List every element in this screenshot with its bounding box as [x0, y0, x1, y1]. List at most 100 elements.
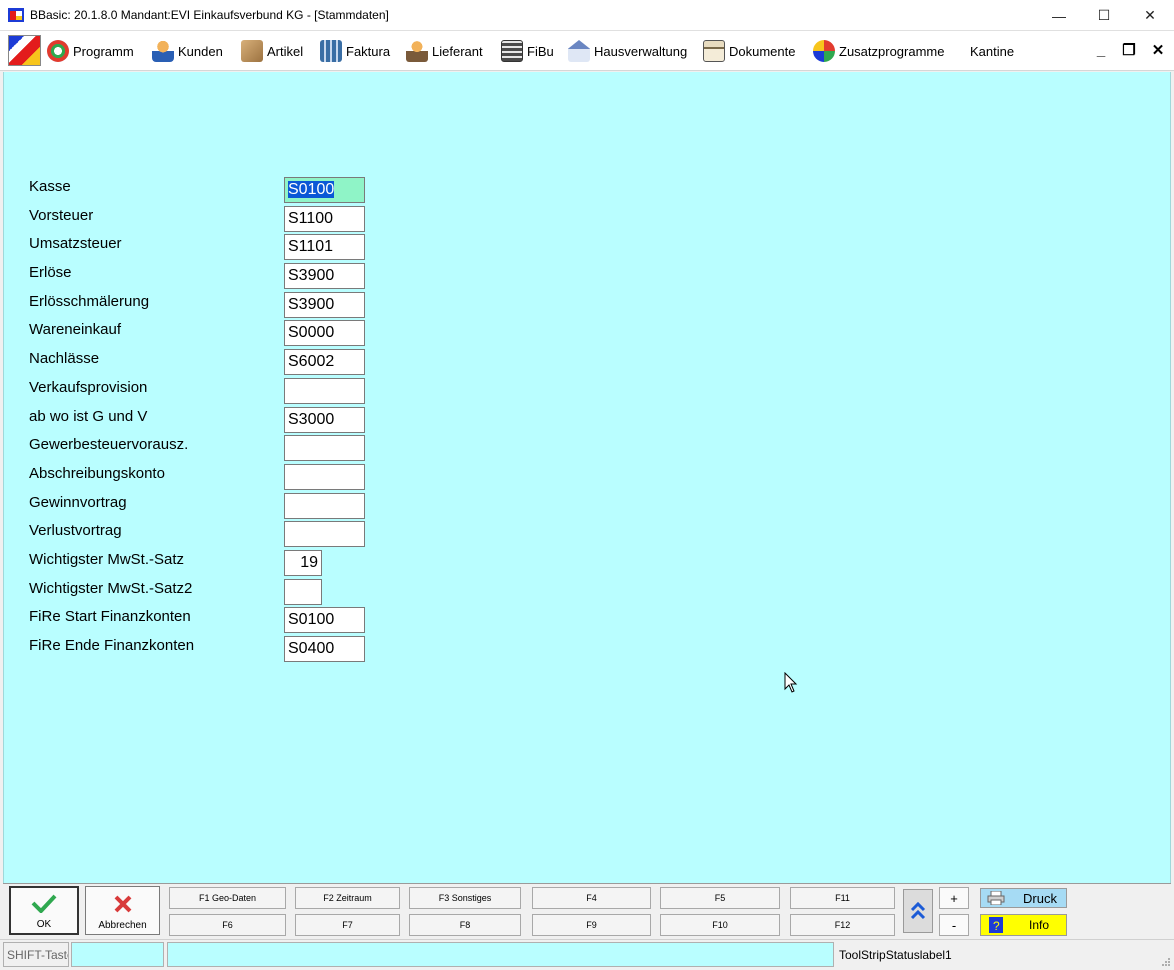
checkmark-icon — [31, 894, 57, 913]
label-mwst-satz: Wichtigster MwSt.-Satz — [29, 551, 185, 568]
menu-hausverwaltung-label: Hausverwaltung — [594, 43, 688, 59]
kunden-icon — [152, 40, 174, 62]
input-ab-wo-ist-g-und-v[interactable]: S3000 — [284, 407, 365, 433]
label-nachlaesse: Nachlässe — [29, 350, 100, 367]
menu-kunden[interactable]: Kunden — [152, 37, 223, 65]
input-umsatzsteuer[interactable]: S1101 — [284, 234, 365, 260]
label-vorsteuer: Vorsteuer — [29, 207, 94, 224]
input-abschreibungskonto[interactable] — [284, 464, 365, 490]
f10-button[interactable]: F10 — [660, 914, 780, 936]
label-fire-ende-finanzkonten: FiRe Ende Finanzkonten — [29, 637, 195, 654]
hausverwaltung-icon — [568, 40, 590, 62]
label-verlustvortrag: Verlustvortrag — [29, 522, 122, 539]
f6-button[interactable]: F6 — [169, 914, 286, 936]
input-erloese[interactable]: S3900 — [284, 263, 365, 289]
input-kasse[interactable]: S0100 — [284, 177, 365, 203]
status-bar: SHIFT-Taste ToolStripStatuslabel1 — [0, 939, 1174, 970]
programm-icon — [47, 40, 69, 62]
label-verkaufsprovision: Verkaufsprovision — [29, 379, 148, 396]
input-mwst-satz2[interactable] — [284, 579, 322, 605]
scroll-up-button[interactable] — [903, 889, 933, 933]
dokumente-icon — [703, 40, 725, 62]
close-button[interactable]: ✕ — [1127, 0, 1173, 31]
minus-button[interactable]: - — [939, 914, 969, 936]
menu-programm[interactable]: Programm — [47, 37, 134, 65]
help-book-icon: ? — [989, 917, 1003, 933]
status-panel-1 — [71, 942, 164, 967]
input-fire-start-finanzkonten[interactable]: S0100 — [284, 607, 365, 633]
menu-bar: Programm Kunden Artikel Faktura Lieferan… — [0, 31, 1174, 71]
mdi-minimize-button[interactable]: _ — [1091, 40, 1111, 60]
input-erloesschmaelerung[interactable]: S3900 — [284, 292, 365, 318]
label-gewerbesteuervorausz: Gewerbesteuervorausz. — [29, 436, 189, 453]
f8-button[interactable]: F8 — [409, 914, 521, 936]
menu-dokumente-label: Dokumente — [729, 43, 796, 59]
menu-zusatzprogramme-label: Zusatzprogramme — [839, 43, 945, 59]
fibu-icon — [501, 40, 523, 62]
druck-button[interactable]: Druck — [980, 888, 1067, 908]
label-erloesschmaelerung: Erlösschmälerung — [29, 293, 150, 310]
ok-button[interactable]: OK — [9, 886, 79, 935]
input-kasse-value: S0100 — [288, 181, 335, 198]
f12-button[interactable]: F12 — [790, 914, 895, 936]
f7-button[interactable]: F7 — [295, 914, 400, 936]
menu-dokumente[interactable]: Dokumente — [703, 37, 795, 65]
cancel-button[interactable]: Abbrechen — [85, 886, 160, 935]
f11-button[interactable]: F11 — [790, 887, 895, 909]
ok-label: OK — [36, 919, 52, 930]
input-gewerbesteuervorausz[interactable] — [284, 435, 365, 461]
f9-button[interactable]: F9 — [532, 914, 651, 936]
printer-icon — [987, 891, 1005, 905]
info-button[interactable]: ? Info — [980, 914, 1067, 936]
plus-button[interactable]: + — [939, 887, 969, 909]
resize-grip-icon[interactable] — [1161, 957, 1171, 967]
menu-hausverwaltung[interactable]: Hausverwaltung — [568, 37, 687, 65]
label-wareneinkauf: Wareneinkauf — [29, 321, 121, 338]
menu-artikel-label: Artikel — [267, 43, 304, 59]
menu-fibu[interactable]: FiBu — [501, 37, 554, 65]
bbasic-logo[interactable] — [8, 35, 41, 66]
status-panel-2 — [167, 942, 834, 967]
f3-button[interactable]: F3 Sonstiges — [409, 887, 521, 909]
zusatzprogramme-icon — [813, 40, 835, 62]
cancel-x-icon — [114, 895, 131, 913]
input-vorsteuer[interactable]: S1100 — [284, 206, 365, 232]
menu-lieferant-label: Lieferant — [432, 43, 483, 59]
f2-button[interactable]: F2 Zeitraum — [295, 887, 400, 909]
mouse-pointer-icon — [784, 672, 798, 693]
label-umsatzsteuer: Umsatzsteuer — [29, 235, 122, 252]
f4-button[interactable]: F4 — [532, 887, 651, 909]
input-mwst-satz[interactable]: 19 — [284, 550, 322, 576]
menu-fibu-label: FiBu — [527, 43, 554, 59]
artikel-icon — [241, 40, 263, 62]
menu-faktura[interactable]: Faktura — [320, 37, 390, 65]
menu-kantine-label: Kantine — [970, 43, 1015, 59]
lieferant-icon — [406, 40, 428, 62]
faktura-icon — [320, 40, 342, 62]
input-fire-ende-finanzkonten[interactable]: S0400 — [284, 636, 365, 662]
stammdaten-form: Kasse S0100 Vorsteuer S1100 Umsatzsteuer… — [3, 72, 1171, 883]
menu-zusatzprogramme[interactable]: Zusatzprogramme — [813, 37, 944, 65]
input-gewinnvortrag[interactable] — [284, 493, 365, 519]
svg-text:?: ? — [993, 919, 1000, 933]
cancel-label: Abbrechen — [98, 920, 147, 931]
menu-artikel[interactable]: Artikel — [241, 37, 303, 65]
input-verlustvortrag[interactable] — [284, 521, 365, 547]
window-title: BBasic: 20.1.8.0 Mandant:EVI Einkaufsver… — [30, 8, 389, 22]
minimize-button[interactable]: — — [1036, 0, 1082, 31]
f1-button[interactable]: F1 Geo-Daten — [169, 887, 286, 909]
mdi-restore-button[interactable]: ❐ — [1119, 40, 1139, 60]
label-abschreibungskonto: Abschreibungskonto — [29, 465, 165, 482]
label-kasse: Kasse — [29, 178, 71, 195]
maximize-button[interactable]: ☐ — [1081, 0, 1127, 31]
menu-lieferant[interactable]: Lieferant — [406, 37, 483, 65]
f5-button[interactable]: F5 — [660, 887, 780, 909]
bottom-toolbar: OK Abbrechen F1 Geo-Daten F2 Zeitraum F3… — [3, 883, 1171, 939]
input-wareneinkauf[interactable]: S0000 — [284, 320, 365, 346]
input-verkaufsprovision[interactable] — [284, 378, 365, 404]
menu-kantine[interactable]: Kantine — [970, 37, 1014, 65]
title-bar: BBasic: 20.1.8.0 Mandant:EVI Einkaufsver… — [0, 0, 1174, 31]
mdi-close-button[interactable]: ✕ — [1148, 40, 1168, 60]
input-nachlaesse[interactable]: S6002 — [284, 349, 365, 375]
double-chevron-up-icon — [910, 901, 926, 920]
